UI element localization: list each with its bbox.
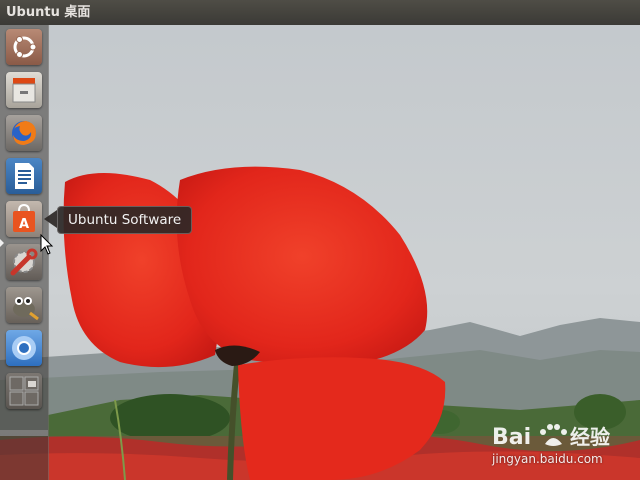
shopping-bag-icon: A xyxy=(13,203,35,232)
launcher-workspace-switcher[interactable] xyxy=(6,373,42,409)
ubuntu-logo-icon xyxy=(13,36,37,58)
launcher-libreoffice-writer[interactable] xyxy=(6,158,42,194)
svg-text:Bai: Bai xyxy=(492,425,531,450)
chromium-icon xyxy=(12,336,36,360)
mouse-cursor-icon xyxy=(40,234,54,255)
gimp-icon xyxy=(13,297,39,321)
workspace-icon xyxy=(9,376,39,406)
launcher-system-settings[interactable] xyxy=(6,244,42,280)
launcher-dash-home[interactable] xyxy=(6,29,42,65)
launcher-firefox[interactable] xyxy=(6,115,42,151)
poppy-wallpaper xyxy=(0,0,640,480)
svg-text:A: A xyxy=(19,217,29,232)
wrench-gear-icon xyxy=(10,248,38,276)
tooltip-arrow xyxy=(44,210,57,228)
launcher-chromium[interactable] xyxy=(6,330,42,366)
launcher-tooltip: Ubuntu Software xyxy=(57,206,193,234)
desktop xyxy=(0,0,640,480)
svg-text:经验: 经验 xyxy=(570,425,610,449)
top-panel: Ubuntu 桌面 xyxy=(0,0,640,25)
launcher-gimp[interactable] xyxy=(6,287,42,323)
tooltip-label: Ubuntu Software xyxy=(68,212,182,228)
launcher-ubuntu-software[interactable]: A xyxy=(6,201,42,237)
launcher-files[interactable] xyxy=(6,72,42,108)
watermark-url: jingyan.baidu.com xyxy=(492,452,603,466)
panel-title: Ubuntu 桌面 xyxy=(6,5,91,20)
baidu-watermark: Bai 经验 jingyan.baidu.com xyxy=(490,414,640,480)
document-icon xyxy=(15,163,34,189)
file-cabinet-icon xyxy=(12,78,36,103)
launcher-pip xyxy=(0,239,4,247)
firefox-icon xyxy=(12,121,36,145)
